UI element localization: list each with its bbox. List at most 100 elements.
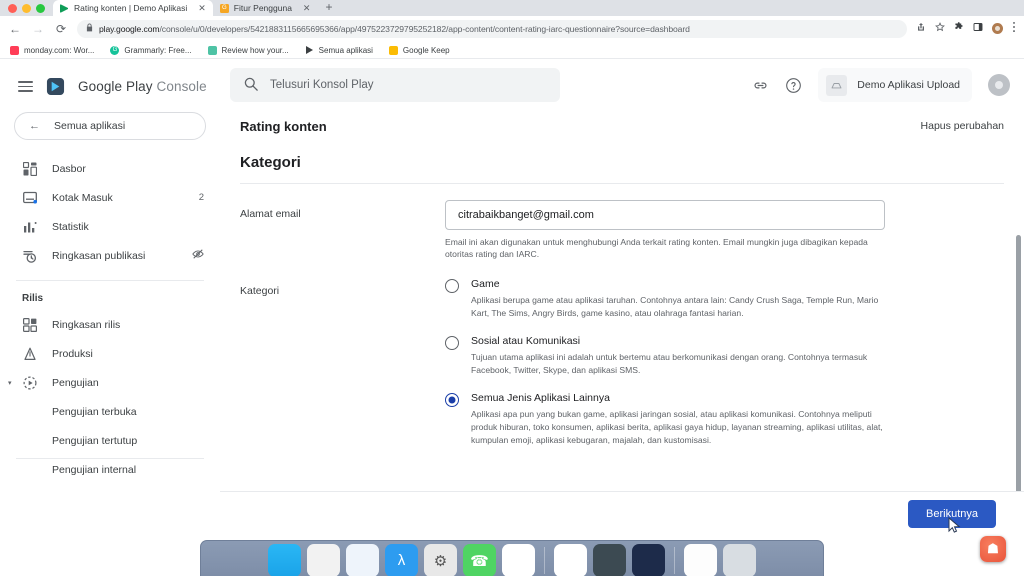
sidebar-item-label: Pengujian tertutup [52, 434, 138, 447]
sidebar-item-dasbor[interactable]: Dasbor [0, 154, 220, 183]
bookmark-label: Semua aplikasi [318, 45, 373, 55]
sidebar-item-statistik[interactable]: Statistik [0, 212, 220, 241]
email-field-group: citrabaikbanget@gmail.com Email ini akan… [445, 200, 885, 261]
radio-option-semua-jenis-aplikasi-lainnya[interactable]: Semua Jenis Aplikasi Lainnya Aplikasi ap… [445, 391, 885, 447]
maximize-window-button[interactable] [36, 4, 45, 13]
floating-app-badge-icon[interactable]: ☗ [980, 536, 1006, 562]
xcode-icon[interactable]: λ [385, 544, 418, 576]
new-tab-button[interactable]: + [317, 0, 340, 16]
app-selector-chip[interactable]: Demo Aplikasi Upload [818, 68, 972, 102]
radio-option-description: Aplikasi berupa game atau aplikasi taruh… [471, 295, 879, 318]
sidebar-item-label: Pengujian internal [52, 463, 137, 476]
orange-app-icon: G [219, 3, 229, 13]
bookmark-item[interactable]: Semua aplikasi [305, 46, 373, 55]
sidebar-item-pengujian-internal[interactable]: Pengujian internal [0, 455, 220, 484]
bookmarks-bar: monday.com: Wor... G Grammarly: Free... … [0, 42, 1024, 59]
minimize-window-button[interactable] [22, 4, 31, 13]
sidebar-item-pengujian-tertutup[interactable]: Pengujian tertutup [0, 426, 220, 455]
safari-icon[interactable] [346, 544, 379, 576]
chrome-icon[interactable] [554, 544, 587, 576]
dock-divider [674, 547, 675, 574]
trash-icon[interactable] [723, 544, 756, 576]
close-window-button[interactable] [8, 4, 17, 13]
hamburger-icon[interactable] [18, 81, 33, 92]
terminal-icon[interactable] [593, 544, 626, 576]
dock-background: λ ⚙ ☎ [200, 540, 824, 576]
visibility-off-icon [192, 248, 204, 263]
help-icon[interactable] [785, 77, 802, 94]
launchpad-icon[interactable] [307, 544, 340, 576]
browser-toolbar: ← → ⟳ play.google.com/console/u/0/develo… [0, 16, 1024, 42]
url-host: play.google.com [99, 23, 160, 34]
address-bar[interactable]: play.google.com/console/u/0/developers/5… [77, 19, 907, 38]
radio-option-game[interactable]: Game Aplikasi berupa game atau aplikasi … [445, 277, 885, 334]
sidebar-item-label: Pengujian [52, 376, 99, 389]
content-area: Kategori Alamat email citrabaikbanget@gm… [220, 141, 1024, 535]
radio-option-sosial-komunikasi[interactable]: Sosial atau Komunikasi Tujuan utama apli… [445, 334, 885, 391]
radio-option-title: Game [471, 277, 500, 290]
publishing-overview-icon [22, 249, 38, 263]
grammarly-icon: G [110, 45, 120, 55]
sidebar-item-ringkasan-publikasi[interactable]: Ringkasan publikasi [0, 241, 220, 270]
bookmark-label: Grammarly: Free... [124, 45, 192, 55]
sidebar-section-title: Rilis [22, 293, 44, 304]
profile-avatar-icon[interactable] [992, 23, 1003, 34]
finder-icon[interactable] [268, 544, 301, 576]
email-field[interactable]: citrabaikbanget@gmail.com [445, 200, 885, 230]
sidebar-item-label: Dasbor [52, 162, 86, 175]
settings-gear-icon[interactable]: ⚙ [424, 544, 457, 576]
back-arrow-icon: ← [29, 120, 40, 132]
radio-button[interactable] [445, 278, 459, 293]
discard-changes-button[interactable]: Hapus perubahan [921, 120, 1004, 132]
chrome-menu-icon[interactable] [1012, 21, 1016, 36]
close-tab-icon[interactable]: ✕ [303, 3, 311, 14]
bookmark-item[interactable]: G Grammarly: Free... [110, 45, 192, 55]
page-scrollbar[interactable] [1015, 93, 1022, 535]
sidebar-item-label: Produksi [52, 347, 93, 360]
play-console-icon [60, 3, 69, 13]
browser-tab-inactive[interactable]: G Fitur Pengguna ✕ [213, 0, 318, 16]
sidebar-item-all-apps[interactable]: ← Semua aplikasi [14, 112, 206, 140]
brand-title: Google Play Console [78, 79, 207, 94]
search-input[interactable]: Telusuri Konsol Play [230, 68, 560, 102]
link-icon[interactable] [752, 77, 769, 94]
side-panel-icon[interactable] [973, 22, 983, 35]
footer-action-bar: Berikutnya [220, 491, 1024, 535]
monday-icon [10, 45, 19, 55]
page-header-row: Rating konten Hapus perubahan [220, 111, 1024, 141]
bookmark-item[interactable]: Review how your... [207, 45, 289, 55]
bookmark-star-icon[interactable] [935, 22, 945, 35]
sidebar-item-label: Ringkasan rilis [52, 318, 121, 331]
next-button[interactable]: Berikutnya [908, 499, 996, 533]
extensions-icon[interactable] [954, 22, 964, 35]
share-icon[interactable] [916, 22, 926, 35]
account-avatar-icon[interactable] [988, 74, 1010, 96]
slack-icon[interactable] [502, 544, 535, 576]
zoom-icon[interactable] [632, 544, 665, 576]
toolbar-icon-group [916, 21, 1016, 36]
radio-button-selected[interactable] [445, 392, 459, 407]
close-tab-icon[interactable]: ✕ [198, 3, 206, 14]
radio-button[interactable] [445, 335, 459, 350]
main-column: Telusuri Konsol Play Demo Aplikasi Uploa… [220, 59, 1024, 535]
sidebar-item-pengujian[interactable]: ▾ Pengujian [0, 368, 220, 397]
sidebar-item-label: Pengujian terbuka [52, 405, 137, 418]
bookmark-item[interactable]: Google Keep [388, 45, 450, 55]
scrollbar-thumb[interactable] [1016, 235, 1021, 535]
radio-option-description: Tujuan utama aplikasi ini adalah untuk b… [471, 352, 868, 375]
forward-icon[interactable]: → [31, 23, 45, 35]
sidebar-item-pengujian-terbuka[interactable]: Pengujian terbuka [0, 397, 220, 426]
dock-divider [544, 547, 545, 574]
keep-icon [388, 45, 398, 55]
whatsapp-icon[interactable]: ☎ [463, 544, 496, 576]
sidebar-item-ringkasan-rilis[interactable]: Ringkasan rilis [0, 310, 220, 339]
back-icon[interactable]: ← [8, 23, 22, 35]
chevron-down-icon[interactable]: ▾ [8, 379, 12, 387]
notes-icon[interactable] [684, 544, 717, 576]
sidebar-item-produksi[interactable]: Produksi [0, 339, 220, 368]
reload-icon[interactable]: ⟳ [54, 23, 68, 35]
browser-tab-active[interactable]: Rating konten | Demo Aplikasi ✕ [53, 0, 213, 16]
window-traffic-lights [0, 4, 53, 16]
sidebar-item-kotak-masuk[interactable]: Kotak Masuk 2 [0, 183, 220, 212]
bookmark-item[interactable]: monday.com: Wor... [10, 45, 94, 55]
